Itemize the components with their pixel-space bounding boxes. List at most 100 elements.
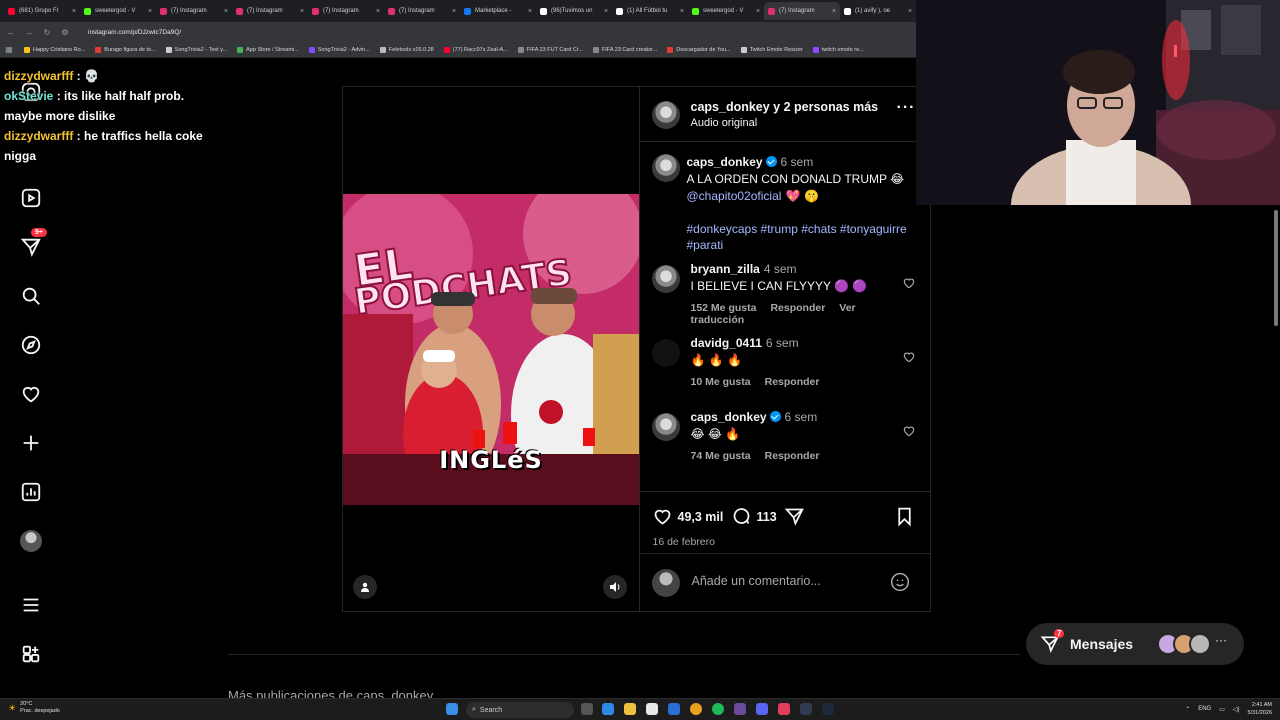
caption-hashtags[interactable]: #donkeycaps #trump #chats #tonyaguirre #… xyxy=(687,221,917,253)
reply-link[interactable]: Responder xyxy=(770,302,825,314)
commenter-avatar[interactable] xyxy=(651,265,680,293)
bookmark-item[interactable]: App Store / Streami... xyxy=(237,46,299,53)
close-tab-icon[interactable]: × xyxy=(680,8,684,15)
reply-link[interactable]: Responder xyxy=(765,376,820,388)
comment-like-icon[interactable] xyxy=(902,424,916,438)
close-tab-icon[interactable]: × xyxy=(604,8,608,15)
close-tab-icon[interactable]: × xyxy=(908,8,912,15)
bookmark-item[interactable]: Feletools v26.0.28 xyxy=(379,46,434,53)
messages-pill[interactable]: 7 Mensajes ··· xyxy=(1026,623,1244,665)
post-date[interactable]: 16 de febrero xyxy=(653,536,715,548)
browser-tab[interactable]: Marketplace - × xyxy=(460,2,536,20)
comment-like-count[interactable]: 152 Me gusta xyxy=(691,302,757,314)
mute-button[interactable] xyxy=(603,575,627,599)
save-action[interactable] xyxy=(894,506,915,527)
comment-like-count[interactable]: 74 Me gusta xyxy=(691,450,751,462)
browser-tab[interactable]: sweetergod - V × xyxy=(80,2,156,20)
comment-username[interactable]: davidg_0411 xyxy=(691,336,762,350)
commenter-avatar[interactable] xyxy=(651,339,680,367)
dashboard-icon[interactable] xyxy=(19,480,43,504)
steam-icon[interactable] xyxy=(822,703,834,715)
bookmark-item[interactable]: twitch emote re... xyxy=(812,46,864,53)
bookmark-item[interactable]: (77) Racc97s Zeal-A... xyxy=(443,46,508,53)
browser-tab[interactable]: (7) Instagram × xyxy=(764,2,840,20)
post-authors[interactable]: caps_donkey y 2 personas más xyxy=(691,100,879,114)
weather-widget[interactable]: ☀ 20°C Prac. despejado xyxy=(8,701,60,715)
bookmark-item[interactable]: FIFA 23 Card creator... xyxy=(592,46,657,53)
explore-icon[interactable] xyxy=(19,333,43,357)
profile-avatar[interactable] xyxy=(19,529,43,553)
start-icon[interactable] xyxy=(446,703,458,715)
reply-link[interactable]: Responder xyxy=(765,450,820,462)
browser-tab[interactable]: (7) Instagram × xyxy=(384,2,460,20)
bookmark-item[interactable]: Burago figura de to... xyxy=(95,46,156,53)
close-tab-icon[interactable]: × xyxy=(376,8,380,15)
close-tab-icon[interactable]: × xyxy=(452,8,456,15)
caption-username[interactable]: caps_donkey xyxy=(687,155,763,169)
close-tab-icon[interactable]: × xyxy=(756,8,760,15)
comment-like-count[interactable]: 10 Me gusta xyxy=(691,376,751,388)
browser-tab[interactable]: (7) Instagram × xyxy=(308,2,384,20)
network-icon[interactable]: ▭ xyxy=(1219,706,1225,713)
page-scroll-thumb[interactable] xyxy=(1274,210,1278,326)
threads-apps-icon[interactable] xyxy=(19,642,43,666)
browser-tab[interactable]: (96)Tuvimos un × xyxy=(536,2,612,20)
obs-icon[interactable] xyxy=(800,703,812,715)
browser-tab[interactable]: sweetergod - V × xyxy=(688,2,764,20)
forward-icon[interactable]: → xyxy=(24,28,34,37)
comment-username[interactable]: caps_donkey xyxy=(691,410,767,424)
create-plus-icon[interactable] xyxy=(19,431,43,455)
close-tab-icon[interactable]: × xyxy=(300,8,304,15)
post-media[interactable]: EL PODCHATS INGLéS xyxy=(343,87,639,611)
app-icon[interactable] xyxy=(778,703,790,715)
clock[interactable]: 2:41 AM 5/31/2026 xyxy=(1248,701,1272,717)
browser-tab[interactable]: (7) Instagram × xyxy=(156,2,232,20)
comment-input[interactable]: Añade un comentario... xyxy=(692,574,821,588)
discord-icon[interactable] xyxy=(756,703,768,715)
file-explorer-icon[interactable] xyxy=(624,703,636,715)
spotify-icon[interactable] xyxy=(712,703,724,715)
task-view-icon[interactable] xyxy=(581,703,593,715)
volume-icon[interactable]: ◁) xyxy=(1233,706,1240,713)
apps-icon[interactable]: ▦ xyxy=(4,45,14,54)
bookmark-item[interactable]: FIFA 23 FUT Card Cr... xyxy=(517,46,583,53)
comment-username[interactable]: bryann_zilla xyxy=(691,262,760,276)
browser-tab[interactable]: (681) Grupo Fr × xyxy=(4,2,80,20)
tagged-users-button[interactable] xyxy=(353,575,377,599)
more-options-icon[interactable]: ··· xyxy=(897,99,916,117)
reel-video[interactable]: EL PODCHATS INGLéS xyxy=(343,194,639,505)
comment-action[interactable]: 113 xyxy=(731,506,777,527)
browser-tab[interactable]: (7) Instagram × xyxy=(232,2,308,20)
chrome-icon[interactable] xyxy=(690,703,702,715)
direct-messages-icon[interactable]: 9+ xyxy=(19,228,47,259)
tray-chevron-icon[interactable]: ⌃ xyxy=(1185,706,1190,713)
bookmark-item[interactable]: Happy Cristiano Ro... xyxy=(24,46,85,53)
lang-indicator[interactable]: ENG xyxy=(1198,706,1211,712)
taskbar-search[interactable]: ⌕ Search xyxy=(466,702,574,718)
heart-icon[interactable] xyxy=(19,382,43,406)
outlook-icon[interactable] xyxy=(668,703,680,715)
close-tab-icon[interactable]: × xyxy=(224,8,228,15)
share-action[interactable] xyxy=(784,506,805,527)
reels-icon[interactable] xyxy=(19,186,43,210)
close-tab-icon[interactable]: × xyxy=(528,8,532,15)
author-avatar[interactable] xyxy=(651,101,680,129)
app-icon[interactable] xyxy=(734,703,746,715)
commenter-avatar[interactable] xyxy=(651,413,680,441)
close-tab-icon[interactable]: × xyxy=(72,8,76,15)
close-tab-icon[interactable]: × xyxy=(148,8,152,15)
close-tab-icon[interactable]: × xyxy=(832,8,836,15)
bookmark-item[interactable]: SongTrivia2 - Advin... xyxy=(308,46,370,53)
bookmark-item[interactable]: Descargador de You... xyxy=(667,46,731,53)
back-icon[interactable]: ← xyxy=(6,28,16,37)
bookmark-item[interactable]: SongTrivia2 - Test y... xyxy=(165,46,227,53)
like-action[interactable]: 49,3 mil xyxy=(652,506,723,527)
caption-mention[interactable]: @chapito02oficial xyxy=(687,189,782,203)
emoji-icon[interactable] xyxy=(890,572,910,592)
caption-avatar[interactable] xyxy=(651,154,680,182)
browser-tab[interactable]: (1) All Fútbol tu × xyxy=(612,2,688,20)
menu-icon[interactable] xyxy=(19,593,43,617)
site-info-icon[interactable]: ⚙ xyxy=(60,28,70,37)
comment-like-icon[interactable] xyxy=(902,350,916,364)
audio-label[interactable]: Audio original xyxy=(691,117,758,129)
